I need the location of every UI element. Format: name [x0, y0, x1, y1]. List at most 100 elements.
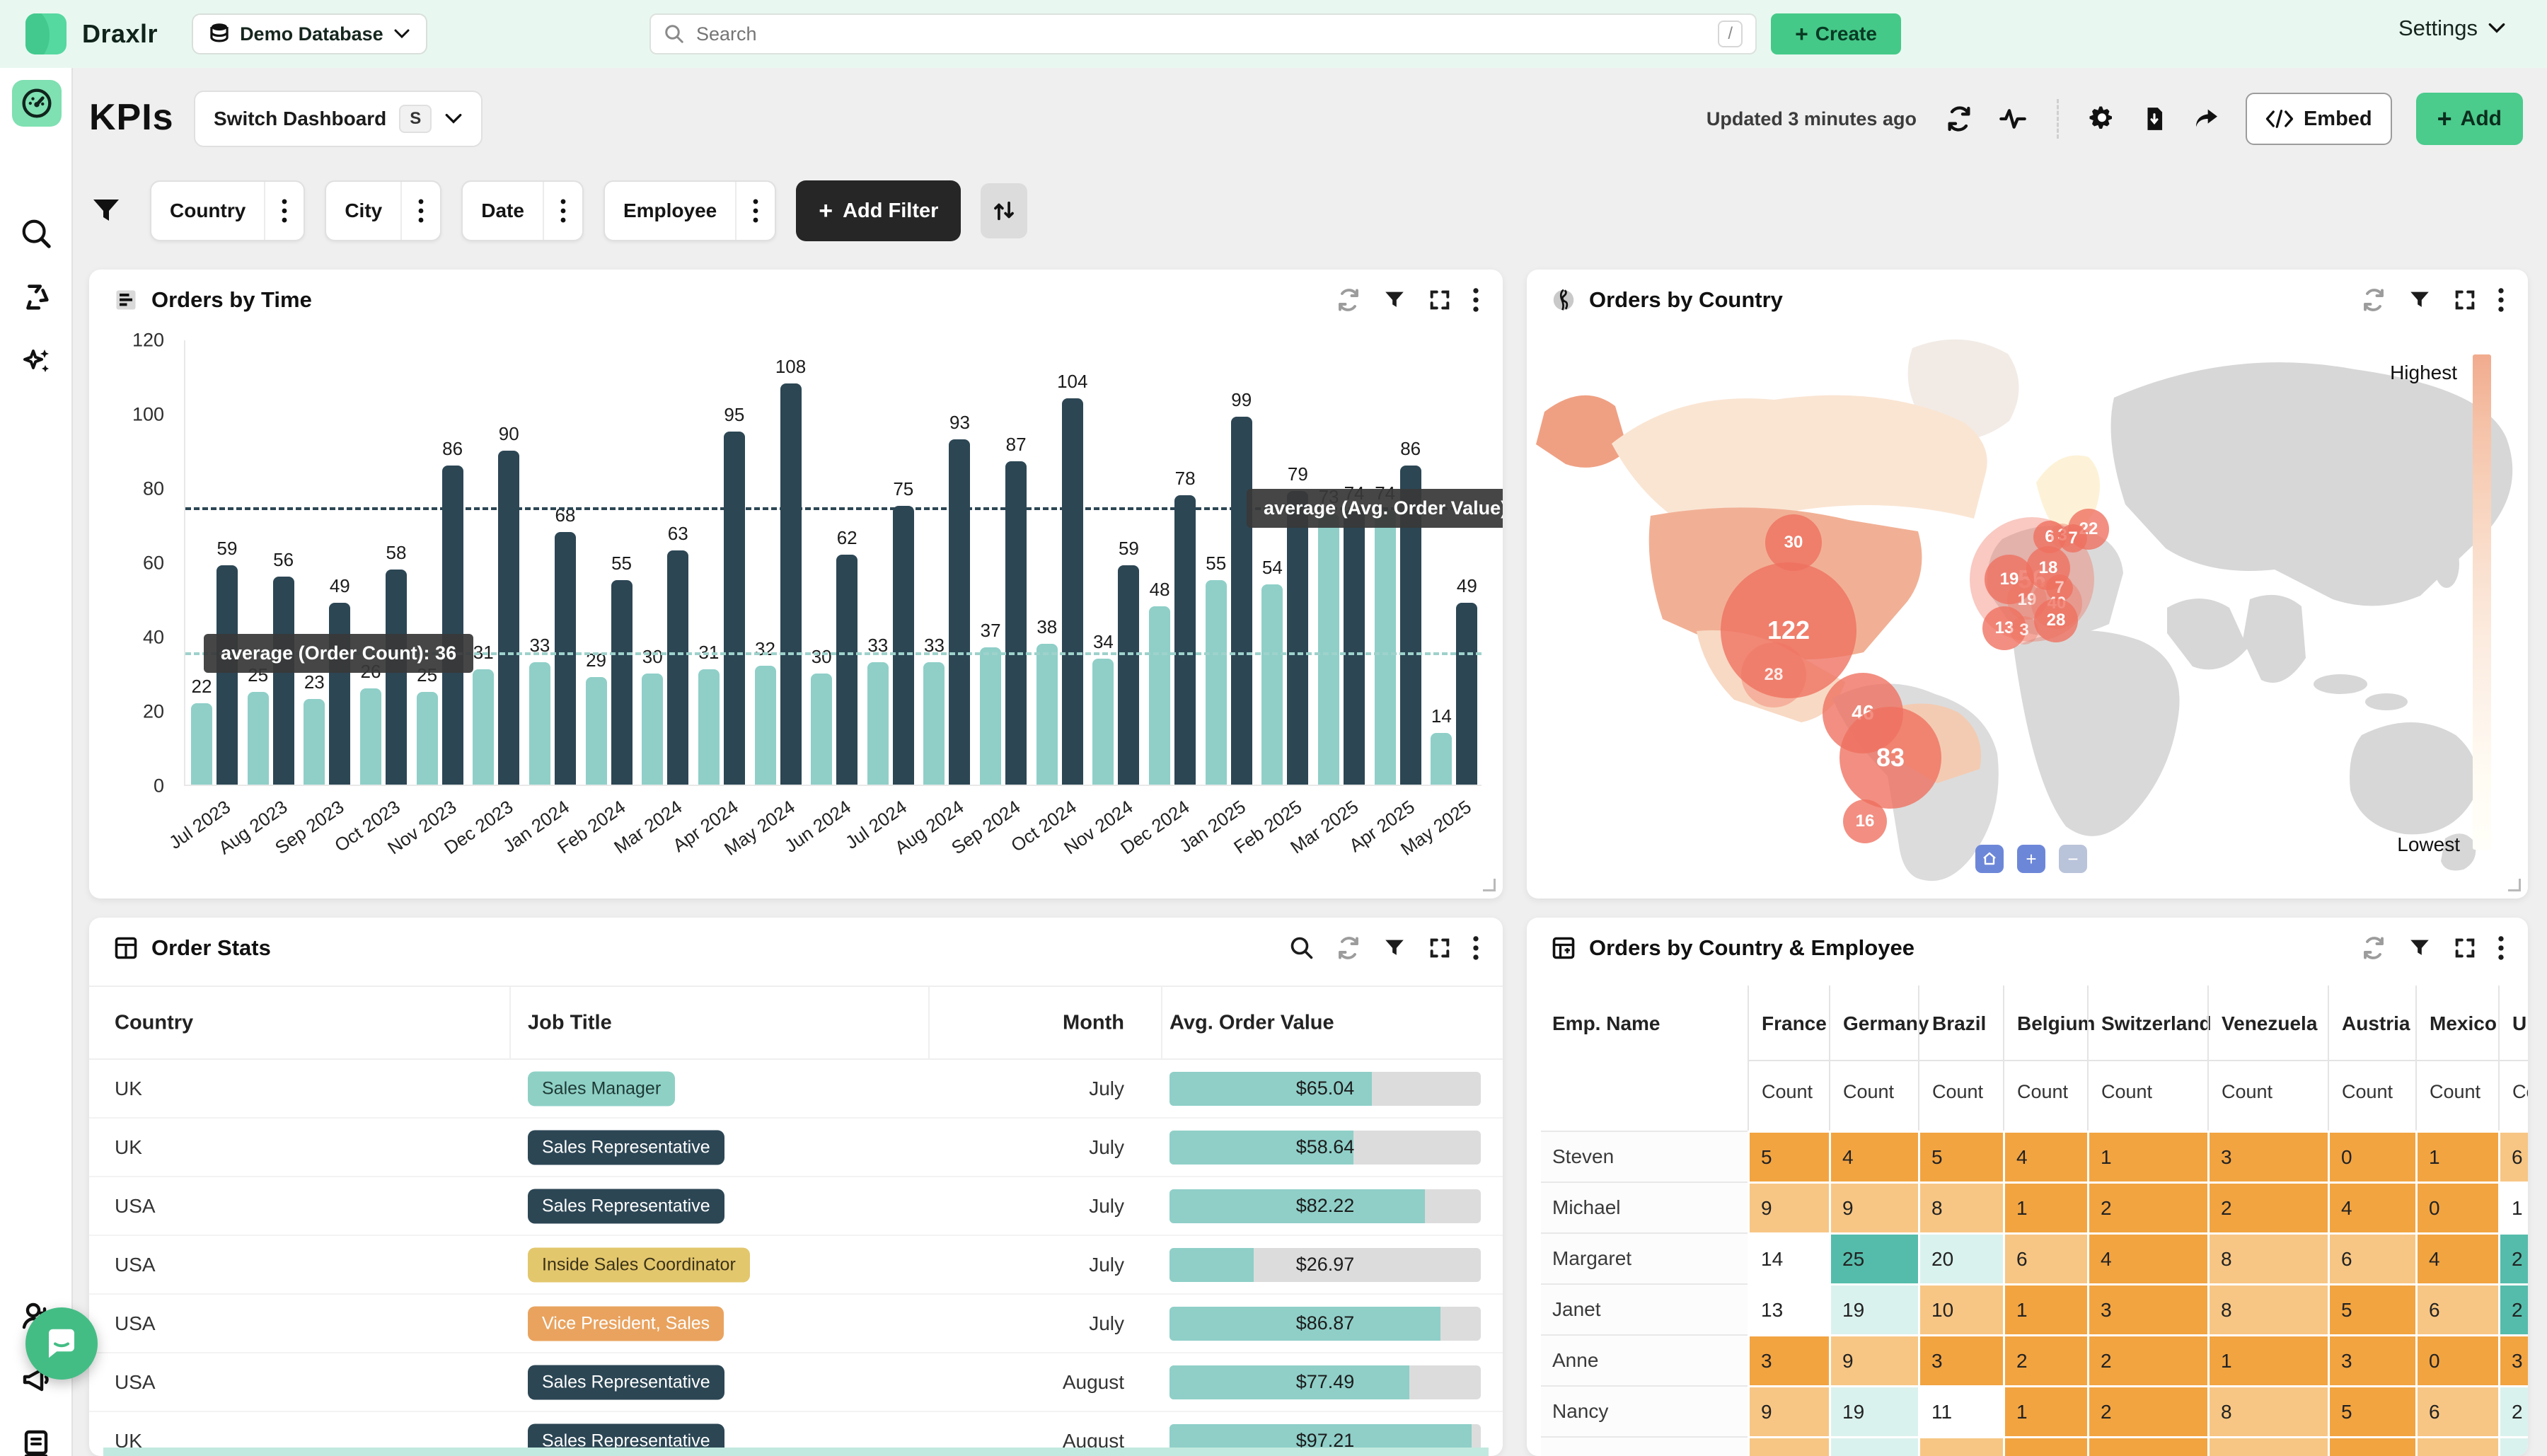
country-column-header[interactable]: France	[1762, 1012, 1827, 1035]
add-filter-button[interactable]: + Add Filter	[796, 180, 961, 241]
filter-chip-date[interactable]: Date	[461, 180, 584, 241]
map-home-button[interactable]	[1975, 845, 2004, 873]
expand-icon[interactable]	[1428, 936, 1452, 960]
column-header[interactable]: Avg. Order Value	[1169, 1011, 1334, 1034]
refresh-icon[interactable]	[2361, 287, 2386, 313]
order-count-bar[interactable]: 33	[923, 662, 945, 785]
database-selector[interactable]: Demo Database	[192, 13, 427, 54]
map-zoom-in-button[interactable]: +	[2017, 845, 2045, 873]
order-count-bar[interactable]: 22	[191, 703, 212, 785]
table-row[interactable]: USAVice President, SalesJuly$86.87	[89, 1295, 1503, 1353]
avg-order-value-bar[interactable]: 78	[1174, 495, 1196, 785]
avg-order-value-bar[interactable]: 104	[1062, 398, 1083, 785]
employee-name-cell[interactable]: Janet	[1541, 1283, 1748, 1334]
avg-order-value-bar[interactable]: 68	[555, 532, 576, 785]
refresh-icon[interactable]	[1336, 935, 1361, 961]
country-column-header[interactable]: Belgium	[2017, 1012, 2095, 1035]
kebab-menu-icon[interactable]	[1473, 936, 1479, 960]
employee-name-cell[interactable]: Steven	[1541, 1131, 1748, 1181]
order-count-bar[interactable]: 55	[1206, 580, 1227, 785]
kebab-menu-icon[interactable]	[264, 182, 304, 240]
row-header-label[interactable]: Emp. Name	[1552, 1012, 1661, 1035]
country-column-header[interactable]: Switzerland	[2101, 1012, 2212, 1035]
order-count-bar[interactable]: 25	[248, 692, 269, 785]
filter-chip-employee[interactable]: Employee	[603, 180, 776, 241]
order-count-bar[interactable]: 25	[417, 692, 438, 785]
country-column-header[interactable]: Germany	[1843, 1012, 1929, 1035]
order-count-bar[interactable]: 30	[811, 674, 832, 785]
avg-order-value-bar[interactable]: 79	[1287, 491, 1308, 785]
resize-handle[interactable]	[2508, 879, 2521, 891]
column-header[interactable]: Month	[1063, 1011, 1124, 1034]
avg-order-value-bar[interactable]: 108	[780, 383, 802, 785]
expand-icon[interactable]	[2453, 936, 2477, 960]
order-count-bar[interactable]: 48	[1149, 606, 1170, 785]
search-input[interactable]	[695, 23, 1718, 46]
avg-order-value-bar[interactable]: 59	[216, 565, 238, 785]
filter-icon[interactable]	[2408, 288, 2432, 312]
employee-name-cell[interactable]: Michael	[1541, 1181, 1748, 1232]
order-count-bar[interactable]: 33	[867, 662, 889, 785]
refresh-icon[interactable]	[2361, 935, 2386, 961]
gear-icon[interactable]	[2087, 104, 2117, 134]
global-search[interactable]: /	[649, 13, 1757, 54]
kebab-menu-icon[interactable]	[1473, 288, 1479, 312]
employee-name-cell[interactable]	[1541, 1436, 1748, 1456]
table-row[interactable]: USASales RepresentativeJuly$82.22	[89, 1177, 1503, 1236]
search-icon[interactable]	[1289, 935, 1315, 961]
order-count-bar[interactable]: 37	[980, 647, 1001, 785]
avg-order-value-bar[interactable]: 49	[329, 603, 350, 785]
order-count-bar[interactable]: 23	[304, 699, 325, 785]
avg-order-value-bar[interactable]: 49	[1456, 603, 1477, 785]
draxlr-logo-icon[interactable]	[25, 13, 67, 54]
order-count-bar[interactable]: 74	[1375, 510, 1396, 785]
country-column-header[interactable]: Mexico	[2430, 1012, 2497, 1035]
table-row[interactable]: USAInside Sales CoordinatorJuly$26.97	[89, 1236, 1503, 1295]
column-header[interactable]: Country	[115, 1011, 193, 1034]
avg-order-value-bar[interactable]: 95	[724, 432, 745, 785]
avg-order-value-bar[interactable]: 55	[611, 580, 633, 785]
country-column-header[interactable]: Brazil	[1932, 1012, 1986, 1035]
avg-order-value-bar[interactable]: 62	[836, 555, 857, 785]
create-button[interactable]: + Create	[1771, 13, 1901, 54]
employee-name-cell[interactable]: Nancy	[1541, 1385, 1748, 1436]
chat-launcher-button[interactable]	[25, 1307, 98, 1380]
employee-name-cell[interactable]: Margaret	[1541, 1232, 1748, 1283]
add-widget-button[interactable]: + Add	[2416, 93, 2523, 145]
kebab-menu-icon[interactable]	[2498, 288, 2504, 312]
avg-order-value-bar[interactable]: 59	[1118, 565, 1139, 785]
country-column-header[interactable]: U	[2512, 1012, 2526, 1035]
order-count-bar[interactable]: 34	[1092, 659, 1114, 785]
sidebar-item-dashboards[interactable]	[12, 80, 62, 127]
filter-icon[interactable]	[1382, 288, 1407, 312]
filter-icon[interactable]	[2408, 936, 2432, 960]
order-count-bar[interactable]: 73	[1318, 514, 1339, 785]
order-count-bar[interactable]: 38	[1036, 644, 1058, 785]
table-row[interactable]: USASales RepresentativeAugust$77.49	[89, 1353, 1503, 1412]
reorder-filters-button[interactable]	[981, 183, 1027, 238]
refresh-icon[interactable]	[1945, 105, 1973, 133]
filter-chip-country[interactable]: Country	[150, 180, 305, 241]
resize-handle[interactable]	[1483, 879, 1496, 891]
map-zoom-out-button[interactable]: −	[2059, 845, 2087, 873]
avg-order-value-bar[interactable]: 74	[1344, 510, 1365, 785]
activity-icon[interactable]	[1997, 105, 2028, 133]
country-column-header[interactable]: Venezuela	[2222, 1012, 2317, 1035]
share-icon[interactable]	[2192, 105, 2222, 133]
kebab-menu-icon[interactable]	[2498, 936, 2504, 960]
order-count-bar[interactable]: 14	[1431, 733, 1452, 785]
export-file-icon[interactable]	[2141, 104, 2168, 134]
settings-menu[interactable]: Settings	[2398, 16, 2506, 41]
order-count-bar[interactable]: 31	[698, 669, 720, 785]
country-column-header[interactable]: Austria	[2342, 1012, 2410, 1035]
filter-chip-city[interactable]: City	[325, 180, 441, 241]
kebab-menu-icon[interactable]	[400, 182, 440, 240]
order-count-bar[interactable]: 30	[642, 674, 663, 785]
avg-order-value-bar[interactable]: 93	[949, 439, 970, 785]
table-row[interactable]: UKSales ManagerJuly$65.04	[89, 1060, 1503, 1119]
sidebar-item-ai-assist[interactable]	[18, 344, 54, 381]
avg-order-value-bar[interactable]: 99	[1231, 417, 1252, 785]
avg-order-value-bar[interactable]: 56	[273, 577, 294, 785]
avg-order-value-bar[interactable]: 58	[386, 570, 407, 785]
avg-order-value-bar[interactable]: 63	[667, 550, 688, 785]
